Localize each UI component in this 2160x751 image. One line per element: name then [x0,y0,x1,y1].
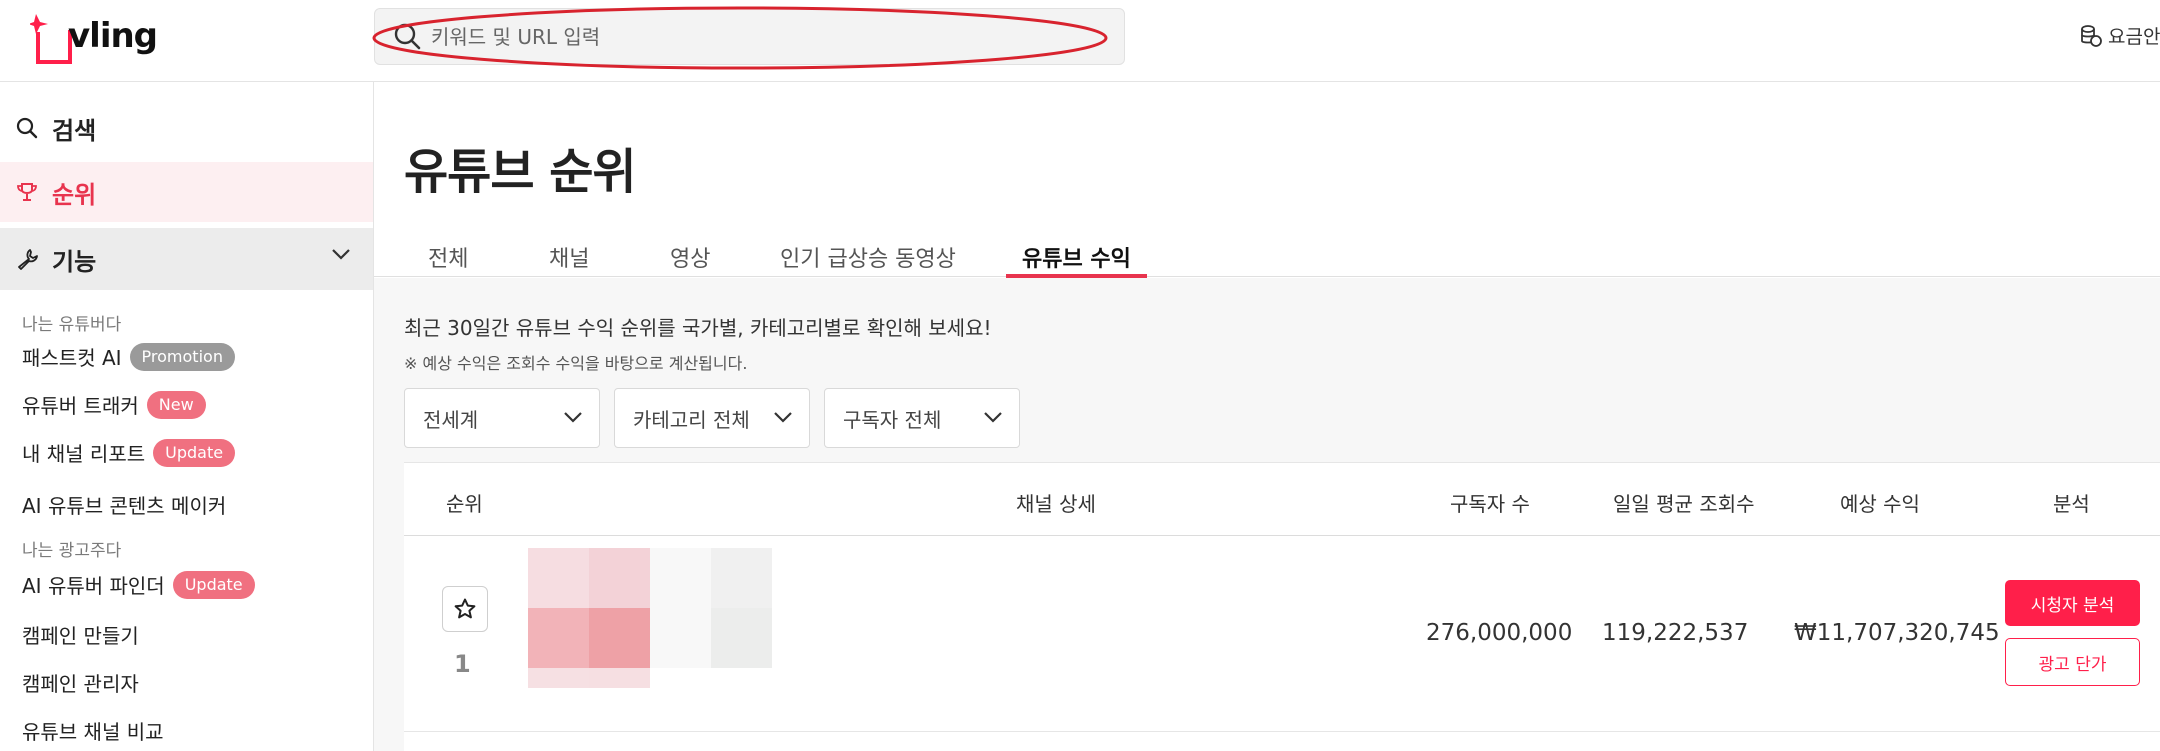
country-filter[interactable]: 전세계 [404,388,600,448]
chevron-down-icon [564,412,582,423]
sidebar-item-label: 순위 [52,180,97,209]
pricing-label: 요금안 [2108,26,2160,48]
subscriber-count: 276,000,000 [1426,620,1573,646]
sidebar-item-ai-content-maker[interactable]: AI 유튜브 콘텐츠 메이커 [22,490,226,519]
coins-icon [2081,24,2102,47]
header-channel: 채널 상세 [1016,492,1096,516]
sidebar-item-label: 패스트컷 AI [22,346,122,370]
tab-trending[interactable]: 인기 급상승 동영상 [780,241,956,273]
ad-price-button[interactable]: 광고 단가 [2005,638,2140,686]
sidebar-item-tracker[interactable]: 유튜버 트래커 New [22,390,206,419]
logo-text: vling [68,16,158,56]
sidebar-item-my-report[interactable]: 내 채널 리포트 Update [22,438,236,467]
pricing-link[interactable]: 요금안 [2080,22,2160,49]
tab-youtube-revenue[interactable]: 유튜브 수익 [1022,241,1131,273]
sidebar-item-label: AI 유튜버 파인더 [22,574,165,598]
trophy-icon [16,181,40,203]
chevron-down-icon [332,249,350,260]
search-bar[interactable] [374,8,1125,65]
update-badge: Update [153,438,236,467]
vling-logo[interactable]: vling [30,10,158,66]
table-row[interactable]: 1 276,000,000 119,222,537 ₩11,707,320,74… [404,536,2160,732]
sidebar-item-fastcut[interactable]: 패스트컷 AI Promotion [22,342,235,371]
page-title: 유튜브 순위 [404,144,637,200]
ranking-table: 순위 채널 상세 구독자 수 일일 평균 조회수 예상 수익 분석 1 276,… [404,462,2160,751]
star-icon [454,598,476,619]
table-header: 순위 채널 상세 구독자 수 일일 평균 조회수 예상 수익 분석 [404,462,2160,536]
main-content: 유튜브 순위 전체 채널 영상 인기 급상승 동영상 유튜브 수익 최근 30일… [374,82,2160,751]
sidebar-item-label: 검색 [52,116,97,145]
sidebar-item-create-campaign[interactable]: 캠페인 만들기 [22,620,139,649]
header-subscribers: 구독자 수 [1450,492,1530,516]
channel-thumbnail-blurred[interactable] [528,548,772,690]
tab-bar: 전체 채널 영상 인기 급상승 동영상 유튜브 수익 [374,237,2160,278]
header-analysis: 분석 [2053,492,2090,516]
sidebar-item-feature[interactable]: 기능 [0,228,373,290]
page-description: 최근 30일간 유튜브 수익 순위를 국가별, 카테고리별로 확인해 보세요! [404,316,992,340]
sidebar-item-label: 내 채널 리포트 [22,442,146,466]
sidebar: 검색 순위 기능 나는 유튜버다 패스트컷 AI Promotion 유튜버 트… [0,82,374,751]
header-rank: 순위 [446,492,483,516]
estimated-revenue: ₩11,707,320,745 [1794,620,2000,646]
audience-analysis-button[interactable]: 시청자 분석 [2005,580,2140,626]
daily-average-views: 119,222,537 [1602,620,1749,646]
favorite-button[interactable] [442,586,488,632]
section-label-youtuber: 나는 유튜버다 [22,315,122,335]
sidebar-item-channel-compare[interactable]: 유튜브 채널 비교 [22,716,164,745]
section-label-advertiser: 나는 광고주다 [22,541,122,561]
sidebar-item-campaign-manager[interactable]: 캠페인 관리자 [22,668,139,697]
sidebar-item-rank[interactable]: 순위 [0,162,373,222]
tab-channel[interactable]: 채널 [549,241,589,273]
sidebar-item-label: AI 유튜브 콘텐츠 메이커 [22,494,227,518]
search-input[interactable] [431,9,1091,64]
chevron-down-icon [984,412,1002,423]
promotion-badge: Promotion [129,342,235,371]
sidebar-item-label: 기능 [52,247,97,276]
tab-video[interactable]: 영상 [670,241,710,273]
sidebar-item-search[interactable]: 검색 [0,98,373,158]
sidebar-item-ai-finder[interactable]: AI 유튜버 파인더 Update [22,570,255,599]
filter-value: 전세계 [423,407,479,432]
sidebar-item-label: 캠페인 만들기 [22,624,139,648]
search-icon [16,117,40,139]
rank-number: 1 [454,650,471,678]
filter-value: 카테고리 전체 [633,407,750,432]
chevron-down-icon [774,412,792,423]
header-revenue: 예상 수익 [1840,492,1920,516]
top-bar: vling 요금안 [0,0,2160,82]
tab-all[interactable]: 전체 [428,241,468,273]
wrench-icon [16,248,40,270]
header-daily-views: 일일 평균 조회수 [1613,492,1755,516]
sidebar-item-label: 캠페인 관리자 [22,672,139,696]
sidebar-item-label: 유튜버 트래커 [22,394,139,418]
category-filter[interactable]: 카테고리 전체 [614,388,810,448]
subscriber-filter[interactable]: 구독자 전체 [824,388,1020,448]
search-icon [394,23,421,50]
update-badge: Update [172,570,255,599]
revenue-note: ※ 예상 수익은 조회수 수익을 바탕으로 계산됩니다. [404,354,748,373]
filter-value: 구독자 전체 [843,407,942,432]
new-badge: New [146,390,206,419]
sidebar-item-label: 유튜브 채널 비교 [22,720,164,744]
